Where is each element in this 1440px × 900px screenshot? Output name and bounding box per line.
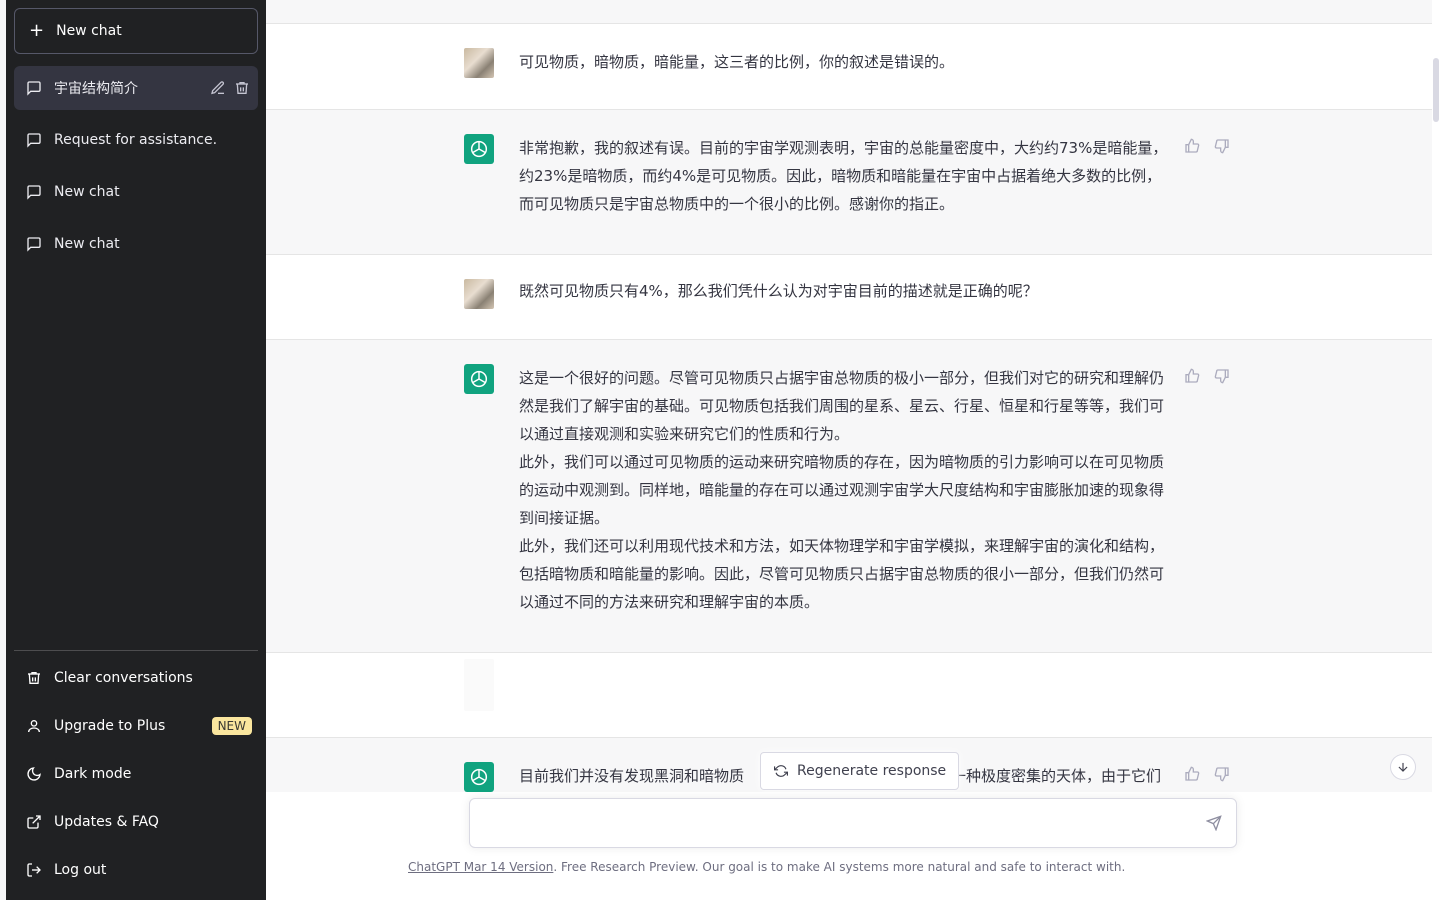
arrow-down-icon (1395, 759, 1411, 775)
footer-note-text: . Free Research Preview. Our goal is to … (553, 860, 1126, 874)
send-icon[interactable] (1206, 815, 1222, 831)
user-avatar (464, 279, 494, 309)
thumbs-up-icon[interactable] (1184, 368, 1200, 384)
message-text: 这是一个很好的问题。尽管可见物质只占据宇宙总物质的极小一部分，但我们对它的研究和… (519, 364, 1169, 616)
conversation-actions (210, 66, 250, 110)
chat-bubble-icon (26, 132, 42, 148)
feedback-buttons (1184, 138, 1230, 154)
regenerate-label: Regenerate response (797, 763, 947, 779)
message-text: 可见物质，暗物质，暗能量，这三者的比例，你的叙述是错误的。 (519, 53, 955, 71)
openai-logo-icon (470, 140, 488, 158)
updates-faq-link[interactable]: Updates & FAQ (14, 798, 258, 846)
openai-logo-icon (470, 768, 488, 786)
refresh-icon (773, 763, 789, 779)
message-text-left: 目前我们并没有发现黑洞和暗物质 (519, 767, 745, 785)
conversation-item-active[interactable]: 宇宙结构简介 (14, 66, 258, 110)
clear-conversations-button[interactable]: Clear conversations (14, 654, 258, 702)
conversation-item[interactable]: Request for assistance. (14, 118, 258, 162)
new-chat-label: New chat (56, 23, 122, 39)
openai-logo-icon (470, 370, 488, 388)
user-avatar (464, 659, 494, 711)
moon-icon (26, 766, 42, 782)
user-message: 可见物质，暗物质，暗能量，这三者的比例，你的叙述是错误的。 (266, 24, 1432, 110)
version-link[interactable]: ChatGPT Mar 14 Version (408, 860, 553, 874)
chat-bubble-icon (26, 236, 42, 252)
message-paragraph: 此外，我们可以通过可见物质的运动来研究暗物质的存在，因为暗物质的引力影响可以在可… (519, 453, 1165, 527)
conversation-list: 宇宙结构简介 Request for assistance. New chat (14, 66, 258, 274)
plus-icon: + (29, 20, 45, 41)
message-input[interactable] (484, 811, 1184, 837)
conversation-label: New chat (54, 184, 120, 200)
sidebar-divider (14, 650, 258, 651)
sidebar: + New chat 宇宙结构简介 Request for assistance… (6, 0, 266, 900)
user-message: 既然可见物质只有4%，那么我们凭什么认为对宇宙目前的描述就是正确的呢？ (266, 255, 1432, 340)
chat-bubble-icon (26, 184, 42, 200)
previous-message-edge (266, 0, 1432, 24)
message-text: 既然可见物质只有4%，那么我们凭什么认为对宇宙目前的描述就是正确的呢？ (519, 282, 1038, 300)
log-out-label: Log out (54, 862, 107, 878)
message-paragraph: 非常抱歉，我的叙述有误。目前的宇宙学观测表明，宇宙的总能量密度中，大约约73%是… (519, 139, 1168, 213)
assistant-message: 这是一个很好的问题。尽管可见物质只占据宇宙总物质的极小一部分，但我们对它的研究和… (266, 340, 1432, 653)
updates-faq-label: Updates & FAQ (54, 814, 159, 830)
chat-bubble-icon (26, 80, 42, 96)
regenerate-response-button[interactable]: Regenerate response (760, 752, 960, 790)
trash-icon (26, 670, 42, 686)
assistant-avatar (464, 134, 494, 164)
thumbs-up-icon[interactable] (1184, 766, 1200, 782)
dark-mode-button[interactable]: Dark mode (14, 750, 258, 798)
footer-disclaimer: ChatGPT Mar 14 Version. Free Research Pr… (408, 860, 1308, 874)
message-text-right: 一种极度密集的天体，由于它们 (951, 767, 1162, 785)
dark-mode-label: Dark mode (54, 766, 132, 782)
sidebar-bottom-menu: Clear conversations Upgrade to Plus NEW … (14, 654, 258, 894)
upgrade-label: Upgrade to Plus (54, 718, 166, 734)
message-paragraph: 这是一个很好的问题。尽管可见物质只占据宇宙总物质的极小一部分，但我们对它的研究和… (519, 369, 1165, 443)
message-paragraph: 此外，我们还可以利用现代技术和方法，如天体物理学和宇宙学模拟，来理解宇宙的演化和… (519, 537, 1165, 611)
scroll-to-bottom-button[interactable] (1390, 754, 1416, 780)
chat-thread: 可见物质，暗物质，暗能量，这三者的比例，你的叙述是错误的。 非常抱歉，我的叙述有… (266, 0, 1432, 900)
upgrade-to-plus-button[interactable]: Upgrade to Plus NEW (14, 702, 258, 750)
thumbs-down-icon[interactable] (1214, 368, 1230, 384)
assistant-avatar (464, 364, 494, 394)
new-badge: NEW (211, 717, 252, 735)
feedback-buttons (1184, 368, 1230, 384)
thumbs-down-icon[interactable] (1214, 766, 1230, 782)
assistant-avatar (464, 762, 494, 792)
log-out-icon (26, 862, 42, 878)
user-message (266, 653, 1432, 738)
scrollbar-thumb[interactable] (1433, 58, 1439, 122)
trash-icon[interactable] (234, 80, 250, 96)
user-avatar (464, 48, 494, 78)
assistant-message: 非常抱歉，我的叙述有误。目前的宇宙学观测表明，宇宙的总能量密度中，大约约73%是… (266, 110, 1432, 255)
conversation-label: New chat (54, 236, 120, 252)
message-text: 非常抱歉，我的叙述有误。目前的宇宙学观测表明，宇宙的总能量密度中，大约约73%是… (519, 134, 1169, 218)
log-out-button[interactable]: Log out (14, 846, 258, 894)
thumbs-up-icon[interactable] (1184, 138, 1200, 154)
conversation-item[interactable]: New chat (14, 170, 258, 214)
feedback-buttons (1184, 766, 1230, 782)
thumbs-down-icon[interactable] (1214, 138, 1230, 154)
scrollbar[interactable] (1432, 0, 1440, 900)
clear-conversations-label: Clear conversations (54, 670, 193, 686)
user-icon (26, 718, 42, 734)
new-chat-button[interactable]: + New chat (14, 8, 258, 54)
conversation-label: Request for assistance. (54, 132, 218, 148)
conversation-label: 宇宙结构简介 (54, 81, 138, 97)
edit-icon[interactable] (210, 80, 226, 96)
external-link-icon (26, 814, 42, 830)
message-input-box (469, 798, 1237, 848)
conversation-item[interactable]: New chat (14, 222, 258, 266)
